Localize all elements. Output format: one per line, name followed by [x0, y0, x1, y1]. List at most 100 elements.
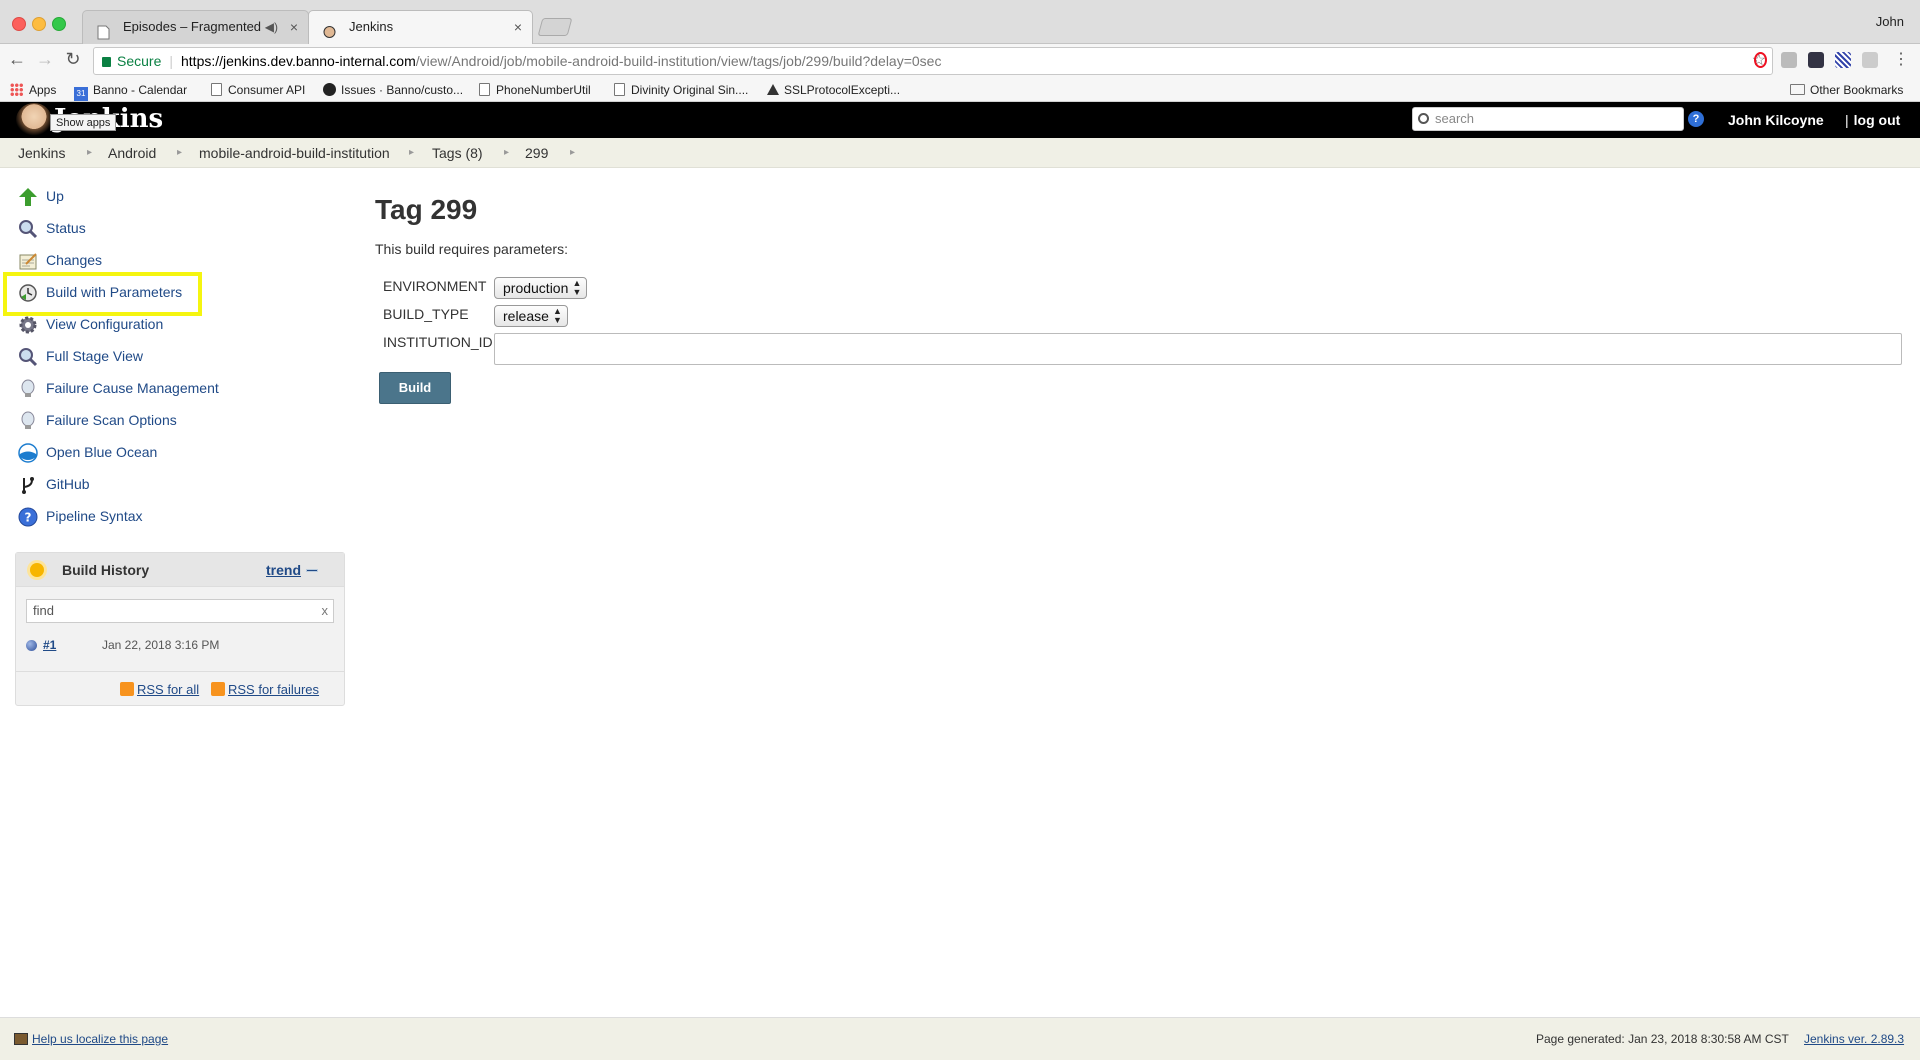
param-label-build-type: BUILD_TYPE [383, 306, 469, 322]
build-row[interactable]: #1 Jan 22, 2018 3:16 PM [16, 633, 344, 659]
breadcrumb-tags[interactable]: Tags (8) [432, 138, 483, 168]
triangle-logo-icon [767, 84, 779, 95]
page-icon [97, 20, 110, 40]
git-branch-icon [22, 477, 34, 494]
rss-icon [120, 682, 134, 696]
build-history-title: Build History [62, 562, 150, 578]
collapse-icon[interactable] [306, 569, 318, 572]
search-input[interactable]: search [1412, 107, 1684, 131]
magnifier-icon [19, 220, 38, 239]
android-extension-icon[interactable] [1781, 52, 1797, 68]
build-number-link[interactable]: #1 [43, 638, 56, 652]
github-icon [323, 83, 336, 96]
jenkins-logo-icon[interactable] [16, 103, 52, 137]
address-bar[interactable]: Secure | https://jenkins.dev.banno-interna… [93, 47, 1773, 75]
close-tab-icon[interactable]: × [514, 11, 522, 43]
param-label-environment: ENVIRONMENT [383, 278, 487, 294]
bookmarks-bar: Apps 31 Banno - Calendar Consumer API Iss… [0, 78, 1920, 102]
bookmark-sslprotocol[interactable]: SSLProtocolExcepti... [767, 78, 900, 102]
breadcrumb-jenkins[interactable]: Jenkins [18, 138, 65, 168]
build-status-ball-icon [26, 640, 37, 651]
tab-episodes[interactable]: Episodes – Fragmented ◀) × [82, 10, 309, 44]
opera-extension-icon[interactable] [1754, 52, 1767, 68]
jenkins-version-link[interactable]: Jenkins ver. 2.89.3 [1804, 1032, 1904, 1046]
minimize-window-button[interactable] [32, 17, 46, 31]
build-history-footer: RSS for all RSS for failures [16, 671, 344, 705]
bookmark-apps[interactable]: Apps [10, 78, 56, 102]
select-arrows-icon: ▲ ▼ [553, 306, 562, 325]
breadcrumb: Jenkins ▸ Android ▸ mobile-android-build… [0, 138, 1920, 168]
menu-dots-icon[interactable]: ⋮ [1890, 49, 1912, 69]
breadcrumb-arrow-icon[interactable]: ▸ [177, 138, 182, 168]
url-path: /view/Android/job/mobile-android-build-i… [415, 53, 942, 69]
bookmark-consumer-api[interactable]: Consumer API [211, 78, 305, 102]
secure-label: Secure [117, 53, 162, 69]
institution-id-input[interactable] [494, 333, 1902, 365]
extension-icon[interactable] [1808, 52, 1824, 68]
build-find-input[interactable]: find x [26, 599, 334, 623]
build-button[interactable]: Build [379, 372, 451, 404]
logout-link[interactable]: | log out [1845, 102, 1900, 138]
page-generated-text: Page generated: Jan 23, 2018 8:30:58 AM … [1536, 1032, 1789, 1046]
bookmark-phonenumberutil[interactable]: PhoneNumberUtil [479, 78, 591, 102]
tab-jenkins[interactable]: Jenkins × [308, 10, 533, 45]
rss-icon [211, 682, 225, 696]
clear-find-icon[interactable]: x [322, 600, 329, 622]
browser-title-bar: Episodes – Fragmented ◀) × Jenkins × Joh… [0, 0, 1920, 45]
new-tab-button[interactable] [537, 18, 573, 36]
rss-all-link[interactable]: RSS for all [120, 682, 199, 697]
show-apps-tooltip: Show apps [50, 114, 117, 131]
breadcrumb-arrow-icon[interactable]: ▸ [87, 138, 92, 168]
user-link[interactable]: John Kilcoyne [1728, 102, 1824, 138]
build-date[interactable]: Jan 22, 2018 3:16 PM [102, 638, 219, 652]
bookmark-divinity[interactable]: Divinity Original Sin.... [614, 78, 748, 102]
breadcrumb-299[interactable]: 299 [525, 138, 548, 168]
profile-name[interactable]: John [1876, 14, 1904, 29]
folder-icon [1790, 84, 1805, 95]
localize-link[interactable]: Help us localize this page [14, 1032, 168, 1046]
page-icon [479, 83, 490, 96]
help-circle-icon: ? [18, 507, 38, 527]
extension-icon[interactable] [1835, 52, 1851, 68]
page-title: Tag 299 [375, 194, 478, 225]
tab-title: Jenkins [349, 19, 394, 34]
close-window-button[interactable] [12, 17, 26, 31]
breadcrumb-arrow-icon[interactable]: ▸ [570, 138, 575, 168]
toolbar: ← → ↻ Secure | https://jenkins.dev.banno-i… [0, 44, 1920, 78]
apps-grid-icon [10, 83, 23, 96]
highlight-box [3, 272, 202, 316]
back-arrow-icon[interactable]: ← [6, 49, 28, 70]
build-type-select[interactable]: release ▲ ▼ [494, 305, 568, 327]
environment-select[interactable]: production ▲ ▼ [494, 277, 588, 299]
svg-text:?: ? [25, 511, 32, 525]
rss-failures-link[interactable]: RSS for failures [211, 682, 319, 697]
notepad-icon [19, 253, 37, 270]
param-label-institution-id: INSTITUTION_ID [383, 334, 493, 350]
breadcrumb-android[interactable]: Android [108, 138, 156, 168]
breadcrumb-arrow-icon[interactable]: ▸ [504, 138, 509, 168]
calendar-icon: 31 [74, 87, 88, 101]
requires-parameters-text: This build requires parameters: [375, 241, 568, 257]
gear-icon [19, 316, 37, 334]
page-icon [614, 83, 625, 96]
help-icon[interactable]: ? [1688, 111, 1704, 127]
maximize-window-button[interactable] [52, 17, 66, 31]
up-arrow-icon [19, 188, 37, 206]
tab-title: Episodes – Fragmented [123, 19, 262, 34]
jenkins-favicon-icon [323, 20, 336, 38]
trend-link[interactable]: trend [266, 553, 301, 587]
cast-icon[interactable] [1862, 52, 1878, 68]
speaker-icon[interactable]: ◀) [265, 11, 278, 43]
forward-arrow-icon[interactable]: → [34, 49, 56, 70]
build-history-panel: Build History trend find x #1 Jan 22, 20… [15, 552, 345, 706]
breadcrumb-arrow-icon[interactable]: ▸ [409, 138, 414, 168]
reload-icon[interactable]: ↻ [62, 49, 84, 70]
breadcrumb-job[interactable]: mobile-android-build-institution [199, 138, 390, 168]
sun-icon [30, 563, 44, 577]
jenkins-header: Jenkins Show apps search ? John Kilcoyne… [0, 102, 1920, 138]
other-bookmarks[interactable]: Other Bookmarks [1790, 78, 1903, 102]
close-tab-icon[interactable]: × [290, 11, 298, 43]
bookmark-github-issues[interactable]: Issues · Banno/custo... [323, 78, 463, 102]
blue-ocean-icon [18, 443, 38, 463]
bookmark-banno-calendar[interactable]: 31 Banno - Calendar [74, 78, 187, 102]
